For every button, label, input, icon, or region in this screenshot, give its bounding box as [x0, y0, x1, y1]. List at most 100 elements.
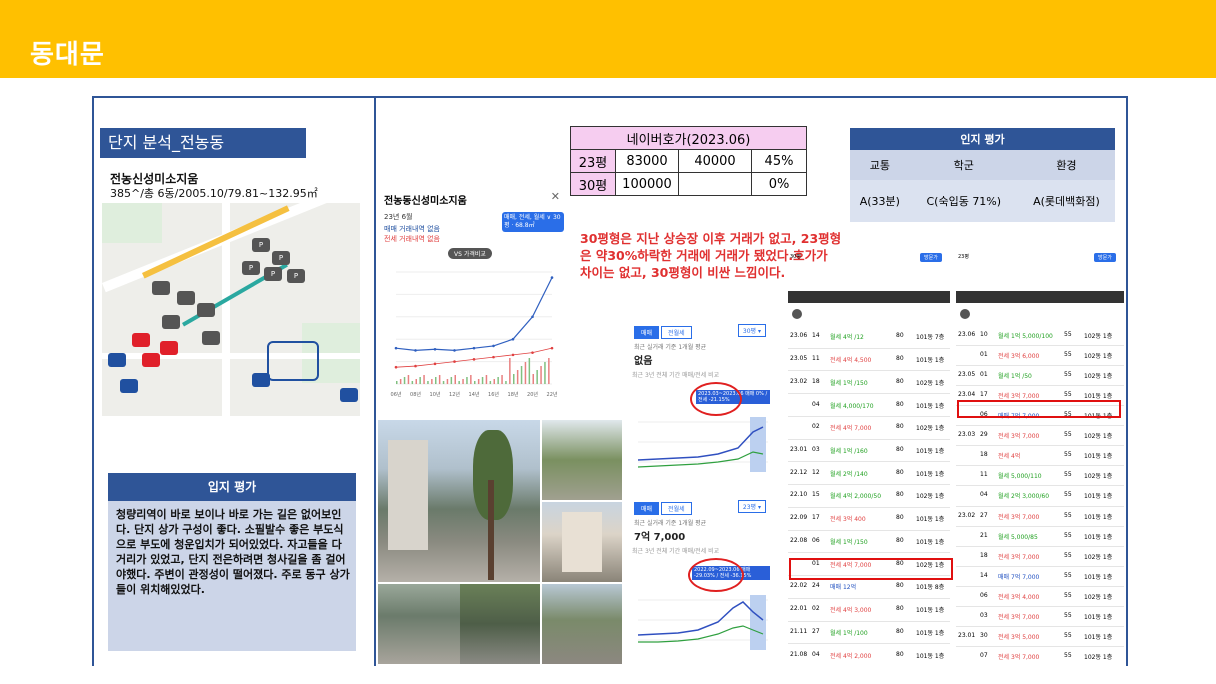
table-row[interactable]: 22.09 17 전세 3억 400 80 101동 1층	[788, 507, 950, 531]
table-cell: 55	[1064, 371, 1072, 379]
table-cell: 102동 1층	[1084, 373, 1113, 381]
table-cell: 23.03	[958, 431, 976, 439]
table-cell: 23.02	[790, 377, 808, 385]
map-pin-icon[interactable]	[197, 303, 215, 317]
table-cell: 전세 3억 7,000	[998, 393, 1040, 401]
table-row[interactable]: 23.06 14 월세 4억 /12 80 101동 7층	[788, 325, 950, 349]
table-row[interactable]: 23.02 18 월세 1억 /150 80 102동 1층	[788, 370, 950, 395]
volume-bar	[520, 366, 523, 384]
table-cell: 21	[980, 531, 988, 539]
table-row[interactable]: 23.02 27 전세 3억 7,000 55 101동 1층	[956, 506, 1124, 527]
table-row[interactable]: 22.12 12 월세 2억 /140 80 101동 1층	[788, 461, 950, 486]
table-cell: 월세 1억 /160	[830, 448, 868, 456]
table-cell: 102동 1층	[1084, 553, 1113, 561]
table-row[interactable]: 18 전세 3억 7,000 55 102동 1층	[956, 546, 1124, 567]
table-cell: 101동 1층	[916, 470, 945, 478]
location-map[interactable]: P P P P P	[102, 203, 360, 416]
map-pin-icon[interactable]	[340, 388, 358, 402]
map-pin-icon[interactable]: P	[264, 267, 282, 281]
table-row[interactable]: 21.11 27 월세 1억 /100 80 101동 1층	[788, 621, 950, 645]
trade-table-30: 방문가 30평 23.06 14 월세 4억 /12 80 101동 7층 23.05 11…	[788, 253, 950, 666]
map-pin-icon[interactable]	[162, 315, 180, 329]
table-cell: 101동 1층	[916, 516, 945, 524]
ratio-cell: 0%	[751, 172, 807, 196]
tab-rent[interactable]: 전월세	[661, 502, 692, 515]
table-row[interactable]: 04 월세 4,000/170 80 101동 1층	[788, 393, 950, 417]
volume-bar	[513, 374, 515, 384]
table-row[interactable]: 01 전세 3억 6,000 55 102동 1층	[956, 345, 1124, 367]
data-point	[511, 337, 515, 341]
table-cell: 22.08	[790, 536, 808, 544]
table-cell: 102동 1층	[1084, 653, 1113, 661]
table-row[interactable]: 23.03 29 전세 3억 7,000 55 102동 1층	[956, 425, 1124, 447]
price-chart: 06년 08년 10년 12년 14년 16년 18년 20년 22년	[391, 271, 558, 398]
map-complex-outline	[267, 341, 319, 381]
table-row[interactable]: 21.08 04 전세 4억 2,000 80 101동 1층	[788, 643, 950, 666]
tab-sale[interactable]: 매매	[634, 502, 660, 515]
table-cell: 03	[812, 446, 820, 454]
table-cell: 23.04	[958, 391, 976, 399]
data-point	[550, 346, 554, 350]
trend-tabs: 매매 전월세	[634, 502, 694, 515]
table-row[interactable]: 22.10 15 월세 4억 2,000/50 80 102동 1층	[788, 484, 950, 508]
table-row[interactable]: 06 전세 3억 4,000 55 102동 1층	[956, 586, 1124, 607]
avatar	[960, 309, 970, 319]
table-row[interactable]: 23.01 30 전세 3억 5,000 55 101동 1층	[956, 626, 1124, 647]
map-pin-icon[interactable]	[160, 341, 178, 355]
table-row[interactable]: 14 매매 7억 7,000 55 101동 1층	[956, 566, 1124, 587]
tab-sale[interactable]: 매매	[634, 326, 660, 339]
filter-badge[interactable]: 매매, 전세, 월세 ∨ 30평 · 68.8㎡	[502, 212, 564, 232]
map-pin-icon[interactable]	[120, 379, 138, 393]
table-cell: 101동 1층	[1084, 533, 1113, 541]
tab-rent[interactable]: 전월세	[661, 326, 692, 339]
table-row[interactable]: 07 전세 3억 7,000 55 102동 1층	[956, 646, 1124, 666]
table-cell: 21.08	[790, 650, 808, 658]
table-cell: 101동 7층	[916, 334, 945, 342]
size-select[interactable]: 23평 ▾	[737, 500, 766, 513]
size-select[interactable]: 30평 ▾	[737, 324, 766, 337]
data-point	[433, 347, 437, 351]
table-cell: 101동 1층	[916, 448, 945, 456]
share-button[interactable]: 방문가	[920, 253, 942, 262]
street-photo	[542, 420, 622, 500]
map-pin-icon[interactable]: P	[272, 251, 290, 265]
volume-bar	[540, 366, 542, 384]
table-cell: 80	[896, 605, 904, 613]
table-tab[interactable]: 30평	[790, 253, 801, 260]
map-pin-icon[interactable]	[202, 331, 220, 345]
table-row[interactable]: 11 월세 5,000/110 55 102동 1층	[956, 465, 1124, 487]
share-button[interactable]: 방문가	[1094, 253, 1116, 262]
table-tab[interactable]: 23평	[958, 253, 969, 260]
table-cell: 01	[980, 351, 988, 359]
table-cell: 101동 1층	[1084, 613, 1113, 621]
table-row[interactable]: 23.06 10 월세 1억 5,000/100 55 102동 1층	[956, 325, 1124, 347]
map-pin-icon[interactable]	[132, 333, 150, 347]
range-tabs[interactable]: 최근 3년 전체 기간 매매/전세 비교	[632, 370, 782, 379]
table-header	[956, 291, 1124, 303]
table-row[interactable]: 22.01 02 전세 4억 3,000 80 101동 1층	[788, 598, 950, 622]
x-tick-label: 08년	[410, 391, 421, 398]
table-row[interactable]: 21 월세 5,000/85 55 101동 1층	[956, 526, 1124, 547]
map-pin-icon[interactable]: P	[242, 261, 260, 275]
map-pin-icon[interactable]: P	[252, 238, 270, 252]
table-row[interactable]: 23.01 03 월세 1억 /160 80 101동 1층	[788, 439, 950, 463]
range-tabs[interactable]: 최근 3년 전체 기간 매매/전세 비교	[632, 546, 782, 555]
map-pin-icon[interactable]	[152, 281, 170, 295]
table-row[interactable]: 22.08 06 월세 1억 /150 80 101동 1층	[788, 530, 950, 554]
compare-button[interactable]: VS 가격비교	[448, 248, 492, 259]
table-row[interactable]: 23.05 11 전세 4억 4,500 80 101동 1층	[788, 348, 950, 372]
data-point	[414, 349, 417, 352]
map-pin-icon[interactable]	[108, 353, 126, 367]
table-row[interactable]: 02 전세 4억 7,000 80 102동 1층	[788, 416, 950, 440]
table-row[interactable]: 03 전세 3억 7,000 55 101동 1층	[956, 606, 1124, 627]
trend-caption: 최근 실거래 기준 1개월 평균	[634, 344, 707, 351]
map-pin-icon[interactable]: P	[287, 269, 305, 283]
map-pin-icon[interactable]	[142, 353, 160, 367]
table-row[interactable]: 23.05 01 월세 1억 /50 55 102동 1층	[956, 365, 1124, 387]
table-row[interactable]: 04 월세 2억 3,000/60 55 101동 1층	[956, 485, 1124, 507]
close-icon[interactable]: ✕	[551, 190, 560, 203]
avatar	[792, 309, 802, 319]
map-pin-icon[interactable]	[177, 291, 195, 305]
volume-bar	[438, 375, 441, 384]
table-row[interactable]: 18 전세 4억 55 101동 1층	[956, 445, 1124, 467]
